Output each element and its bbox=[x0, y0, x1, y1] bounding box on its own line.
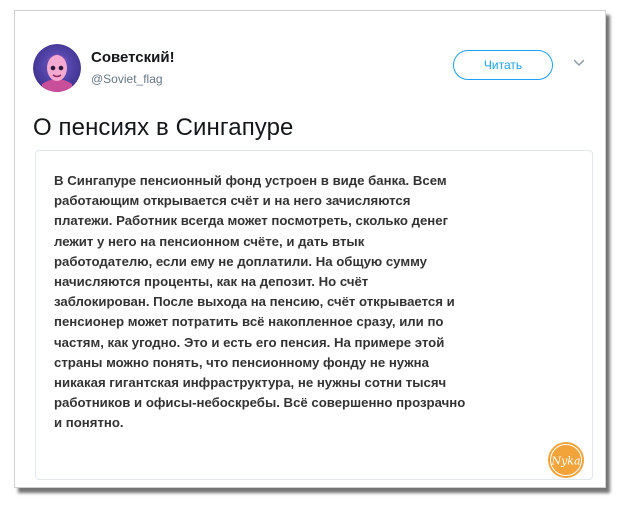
author-handle[interactable]: @Soviet_flag bbox=[91, 72, 163, 86]
card-line: работодателю, если ему не доплатили. На … bbox=[54, 253, 427, 269]
card-line: заблокирован. После выхода на пенсию, сч… bbox=[54, 294, 455, 310]
card-body: В Сингапуре пенсионный фонд устроен в ви… bbox=[54, 171, 574, 434]
attached-text-card[interactable]: В Сингапуре пенсионный фонд устроен в ви… bbox=[35, 150, 593, 480]
card-line: страны можно понять, что пенсионному фон… bbox=[54, 354, 429, 370]
card-line: В Сингапуре пенсионный фонд устроен в ви… bbox=[54, 173, 447, 188]
avatar[interactable] bbox=[33, 44, 81, 92]
chevron-down-icon[interactable] bbox=[573, 58, 585, 68]
card-line: никакая гигантская инфраструктура, не ну… bbox=[54, 375, 447, 391]
card-line: работников и офисы-небоскребы. Всё совер… bbox=[54, 395, 466, 411]
card-line: работающим открывается счёт и на него за… bbox=[54, 193, 411, 209]
card-line: платежи. Работник всегда может посмотрет… bbox=[54, 213, 449, 229]
author-name[interactable]: Советский! bbox=[91, 49, 175, 66]
nyka-logo: Nyka bbox=[548, 442, 584, 478]
tweet-frame: Советский! @Soviet_flag Читать О пенсиях… bbox=[14, 10, 606, 488]
card-line: и понятно. bbox=[54, 415, 124, 431]
card-line: частям, как угодно. Это и есть его пенси… bbox=[54, 334, 445, 350]
tweet-text: О пенсиях в Сингапуре bbox=[33, 114, 294, 141]
card-line: пенсионер может потратить всё накопленно… bbox=[54, 314, 444, 330]
watermark-text: Nyka bbox=[550, 455, 580, 468]
card-line: начисляются проценты, как на депозит. Но… bbox=[54, 274, 369, 290]
follow-button[interactable]: Читать bbox=[453, 50, 553, 80]
card-line: лежит у него на пенсионном счёте, и дать… bbox=[54, 233, 365, 249]
